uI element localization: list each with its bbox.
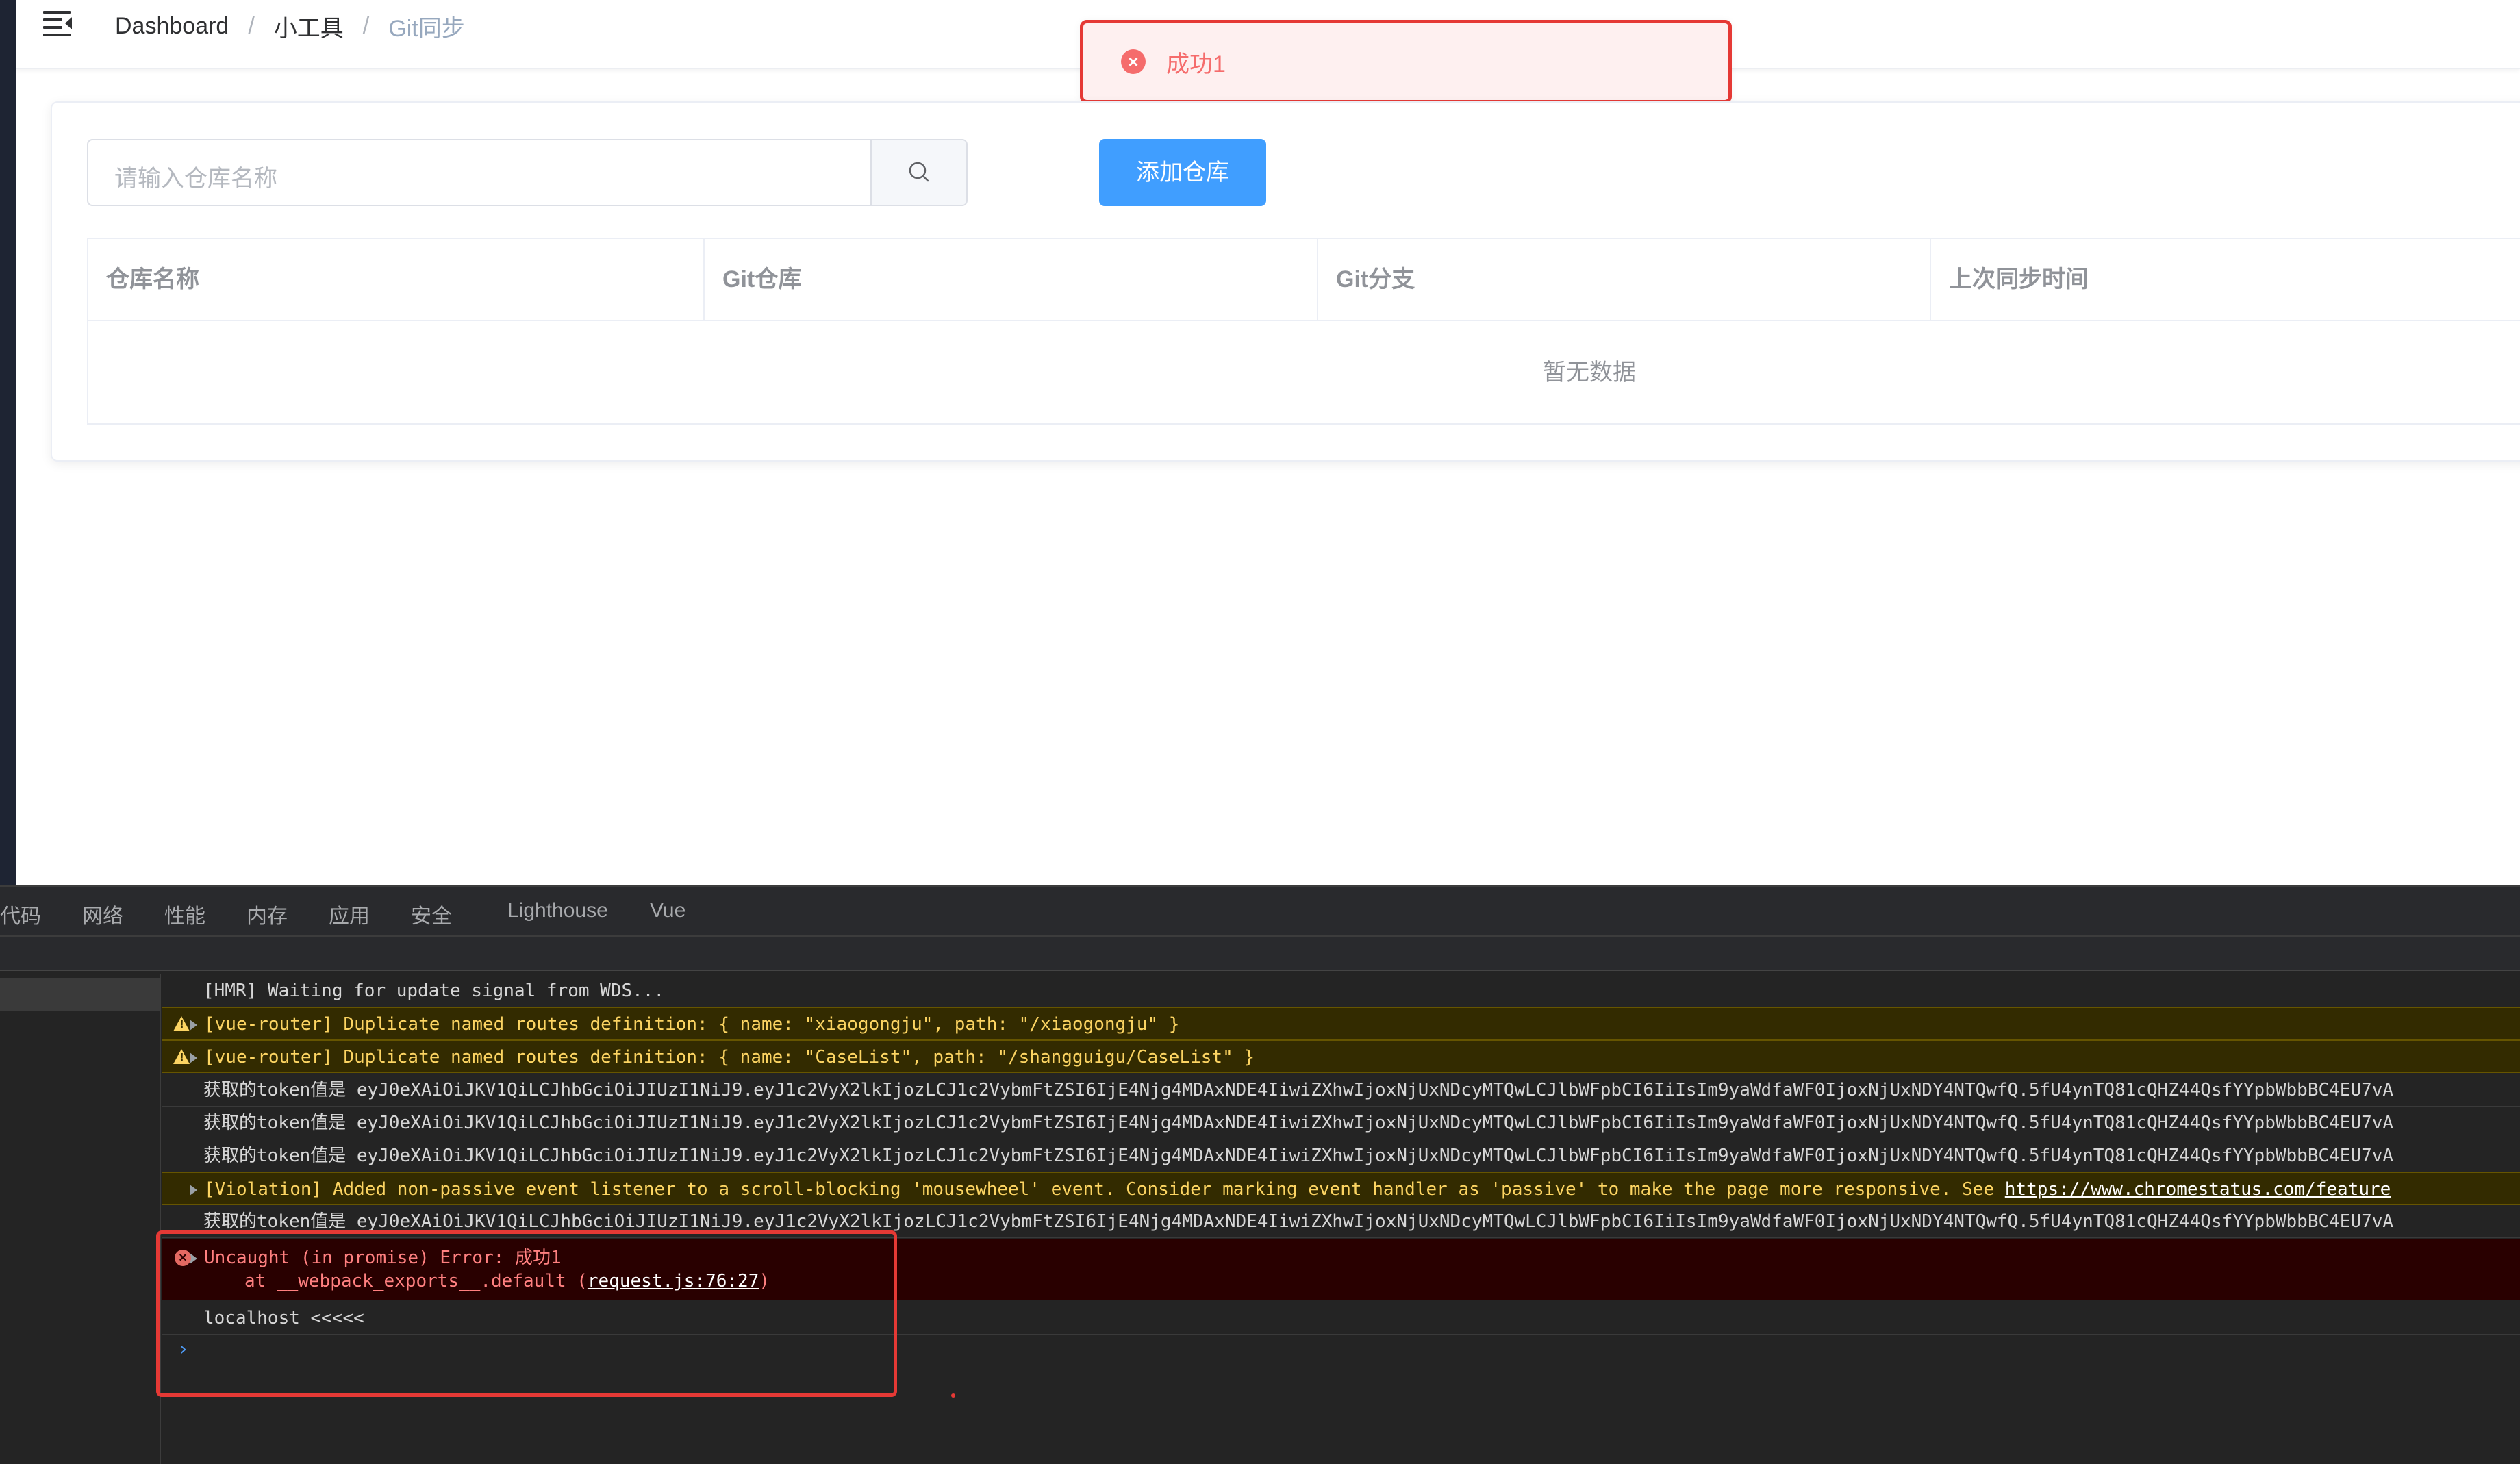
hamburger-menu-icon[interactable]: [43, 11, 75, 38]
tab-application[interactable]: 应用: [329, 899, 370, 929]
breadcrumb-separator: /: [248, 13, 255, 39]
toast-text: 成功1: [1166, 51, 1226, 77]
error-circle-icon: ×: [1121, 49, 1146, 74]
tab-sources[interactable]: 代码: [0, 899, 41, 929]
devtools-tab-bar: 代码 网络 性能 内存 应用 安全 Lighthouse Vue: [0, 885, 2520, 937]
table-header: 仓库名称 Git仓库 Git分支 上次同步时间: [88, 239, 2520, 321]
tab-network[interactable]: 网络: [82, 899, 123, 929]
tab-vue[interactable]: Vue: [650, 899, 685, 922]
console-warning[interactable]: ! [vue-router] Duplicate named routes de…: [162, 1007, 2520, 1040]
breadcrumb-item-tools[interactable]: 小工具: [274, 10, 344, 43]
console-log-hmr: [HMR] Waiting for update signal from WDS…: [162, 974, 2520, 1007]
console-warning[interactable]: ! [vue-router] Duplicate named routes de…: [162, 1040, 2520, 1073]
expand-triangle-icon[interactable]: [190, 1184, 197, 1196]
violation-text: [Violation] Added non-passive event list…: [204, 1179, 2005, 1200]
warning-icon: !: [173, 1049, 190, 1064]
tab-memory[interactable]: 内存: [247, 899, 288, 929]
highlight-annotation-box: [156, 1230, 897, 1397]
tab-lighthouse[interactable]: Lighthouse: [507, 899, 608, 922]
console-log-token: 获取的token值是 eyJ0eXAiOiJKV1QiLCJhbGciOiJIU…: [162, 1139, 2520, 1172]
console-sidebar: [0, 974, 161, 1464]
console-log-token: 获取的token值是 eyJ0eXAiOiJKV1QiLCJhbGciOiJIU…: [162, 1074, 2520, 1107]
table-empty-state: 暂无数据: [88, 321, 2520, 424]
column-header-repo-name[interactable]: 仓库名称: [88, 239, 705, 320]
violation-link[interactable]: https://www.chromestatus.com/feature: [2005, 1179, 2391, 1200]
add-repo-button[interactable]: 添加仓库: [1099, 139, 1266, 206]
warning-text: [vue-router] Duplicate named routes defi…: [204, 1014, 1180, 1035]
warning-text: [vue-router] Duplicate named routes defi…: [204, 1047, 1255, 1068]
column-header-last-sync[interactable]: 上次同步时间: [1931, 239, 2520, 320]
breadcrumb-separator: /: [362, 13, 370, 39]
breadcrumb-item-current: Git同步: [388, 16, 465, 42]
repo-table: 仓库名称 Git仓库 Git分支 上次同步时间 暂无数据: [87, 238, 2520, 425]
console-violation[interactable]: [Violation] Added non-passive event list…: [162, 1172, 2520, 1205]
search-icon: [909, 162, 929, 182]
tab-performance[interactable]: 性能: [164, 899, 205, 929]
error-message-toast: × 成功1: [1080, 20, 1732, 103]
search-button[interactable]: [870, 140, 966, 205]
sidebar-selected-item[interactable]: [0, 978, 160, 1011]
annotation-dot: [951, 1393, 955, 1398]
tab-security[interactable]: 安全: [411, 899, 452, 929]
breadcrumb: Dashboard / 小工具 / Git同步: [115, 10, 465, 43]
column-header-git-branch[interactable]: Git分支: [1318, 239, 1931, 320]
column-header-git-repo[interactable]: Git仓库: [705, 239, 1318, 320]
search-placeholder: 请输入仓库名称: [114, 166, 277, 192]
empty-text: 暂无数据: [1543, 359, 1636, 386]
breadcrumb-item-dashboard[interactable]: Dashboard: [115, 13, 229, 40]
expand-triangle-icon[interactable]: [190, 1052, 197, 1063]
warning-icon: !: [173, 1016, 190, 1031]
repo-search-input[interactable]: 请输入仓库名称: [87, 139, 968, 206]
console-log-token: 获取的token值是 eyJ0eXAiOiJKV1QiLCJhbGciOiJIU…: [162, 1107, 2520, 1139]
expand-triangle-icon[interactable]: [190, 1019, 197, 1031]
console-toolbar: [0, 937, 2520, 971]
sidebar: [0, 0, 16, 885]
